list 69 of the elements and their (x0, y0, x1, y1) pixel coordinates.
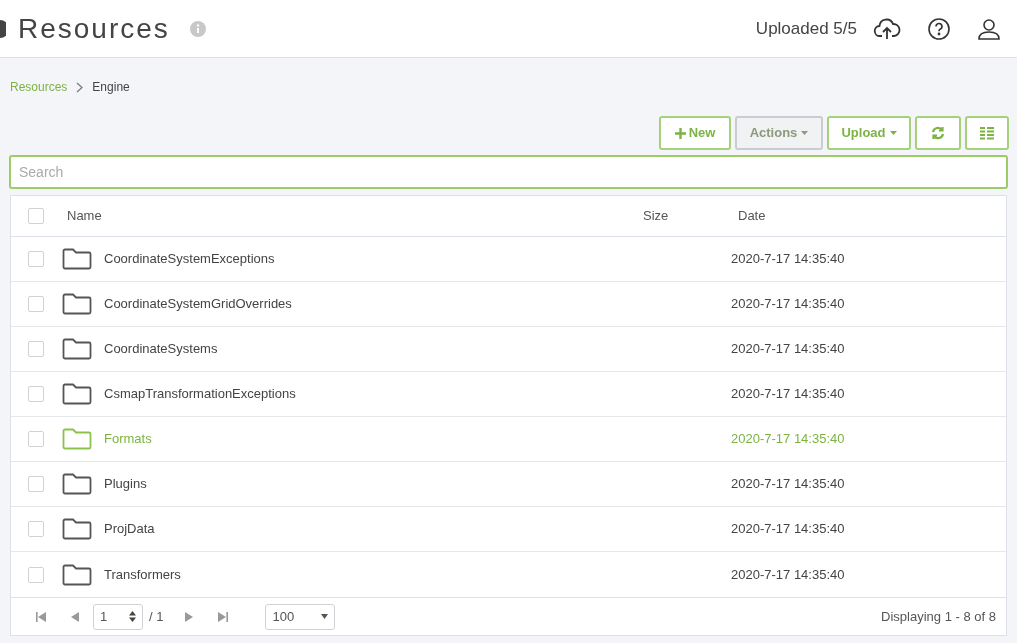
checkbox[interactable] (28, 566, 44, 583)
chevron-icon (76, 81, 84, 93)
date-cell-text: 2020-7-17 14:35:40 (731, 340, 845, 359)
checkbox[interactable] (28, 341, 44, 357)
folder-row[interactable]: CoordinateSystemGridOverrides 2020-7-17 14:35:40 (11, 282, 1006, 327)
folder-row[interactable]: CsmapTransformationExceptions 2020-7-17 14:35:40 (11, 372, 1006, 417)
folder-row[interactable]: CoordinateSystems 2020-7-17 14:35:40 (11, 327, 1006, 372)
folder-name: CoordinateSystems (104, 340, 219, 359)
date-cell-text: 2020-7-17 14:35:40 (731, 250, 845, 269)
previous-page-icon[interactable] (69, 610, 81, 623)
help-icon[interactable] (927, 16, 951, 41)
folder-icon (62, 383, 92, 405)
list-view-icon (980, 126, 994, 140)
user-icon[interactable] (977, 16, 1001, 41)
folder-icon (62, 563, 92, 586)
page-title: Resources (18, 11, 170, 46)
last-page-icon[interactable] (217, 610, 230, 623)
caret-icon (889, 131, 897, 135)
folder-icon (62, 248, 92, 270)
folder-name: CoordinateSystemExceptions (104, 250, 276, 269)
date-cell-text: 2020-7-17 14:35:40 (731, 520, 845, 539)
folder-row[interactable]: ProjData 2020-7-17 14:35:40 (11, 507, 1006, 552)
view-toggle-button[interactable] (965, 116, 1009, 150)
logo-icon (0, 19, 6, 38)
date-cell-text: 2020-7-17 14:35:40 (731, 430, 845, 449)
folder-name: Transformers (104, 565, 182, 584)
upload-status: Uploaded 5/5 (755, 17, 857, 40)
pager-summary: Displaying 1 - 8 of 8 (881, 607, 996, 626)
cloud-upload-icon[interactable] (873, 16, 901, 41)
refresh-button[interactable] (915, 116, 961, 150)
folder-row[interactable]: CoordinateSystemExceptions 2020-7-17 14:35:40 (11, 237, 1006, 282)
checkbox[interactable] (28, 521, 44, 537)
info-icon (189, 20, 206, 37)
folder-icon (62, 473, 92, 495)
caret-icon (321, 614, 329, 619)
spinner-icon[interactable] (129, 611, 136, 622)
plus-icon (674, 127, 686, 139)
date-cell-text: 2020-7-17 14:35:40 (731, 565, 845, 584)
folder-icon (62, 428, 92, 450)
column-header[interactable]: Name (67, 206, 643, 226)
checkbox[interactable] (28, 386, 44, 402)
folder-icon (62, 518, 92, 540)
page-field[interactable]: 1 (93, 603, 143, 630)
folder-icon (62, 338, 92, 360)
column-header[interactable]: Size (643, 206, 738, 226)
checkbox[interactable] (28, 251, 44, 267)
first-page-icon[interactable] (35, 610, 47, 623)
page-count: / 1 (149, 607, 164, 626)
date-cell-text: 2020-7-17 14:35:40 (731, 385, 845, 404)
folder-name: CsmapTransformationExceptions (104, 385, 297, 404)
column-header[interactable]: Date (738, 206, 766, 226)
date-cell-text: 2020-7-17 14:35:40 (731, 295, 845, 314)
folder-name: Plugins (104, 475, 148, 494)
checkbox[interactable] (28, 431, 44, 447)
checkbox[interactable] (28, 476, 44, 492)
folder-name: Formats (104, 430, 153, 449)
folder-name: CoordinateSystemGridOverrides (104, 295, 293, 314)
folder-icon (62, 293, 92, 315)
breadcrumb-current: Engine (92, 79, 130, 96)
folder-row[interactable]: Plugins 2020-7-17 14:35:40 (11, 462, 1006, 507)
search-field[interactable]: Search (9, 155, 1008, 189)
date-cell-text: 2020-7-17 14:35:40 (731, 475, 845, 494)
checkbox[interactable] (28, 296, 44, 312)
checkbox[interactable] (28, 208, 44, 224)
page-size-select[interactable]: 100 (265, 603, 336, 630)
folder-row[interactable]: Transformers 2020-7-17 14:35:40 (11, 552, 1006, 597)
caret-icon (801, 131, 809, 135)
folder-name: ProjData (104, 520, 156, 539)
refresh-icon (931, 126, 945, 140)
